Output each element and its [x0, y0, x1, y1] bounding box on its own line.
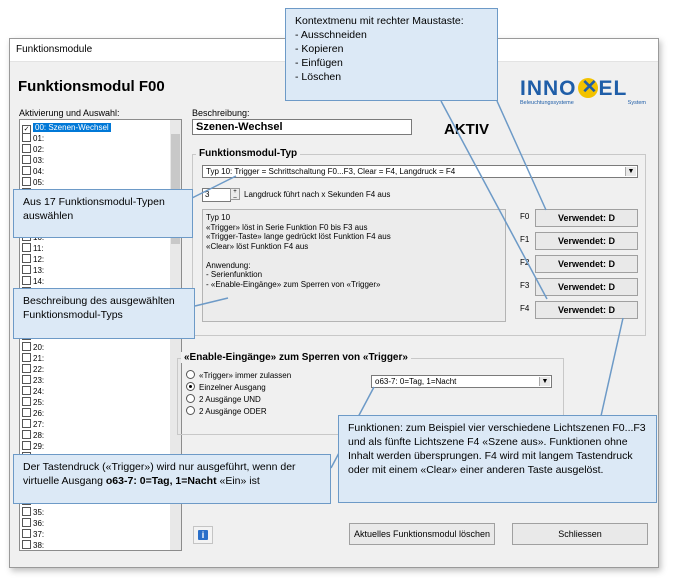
context-menu-callout: Kontextmenu mit rechter Maustaste: - Aus…	[285, 8, 498, 101]
context-menu-item: - Löschen	[295, 71, 342, 83]
context-menu-item: - Kopieren	[295, 43, 344, 55]
functions-callout: Funktionen: zum Beispiel vier verschiede…	[338, 415, 657, 503]
trigger-callout: Der Tastendruck («Trigger») wird nur aus…	[13, 454, 331, 504]
types-callout: Aus 17 Funktionsmodul-Typen auswählen	[13, 189, 193, 238]
connector-line	[496, 100, 547, 211]
connector-line	[600, 317, 624, 417]
connector-line	[191, 175, 237, 199]
context-menu-item: - Ausschneiden	[295, 29, 367, 41]
connector-line	[440, 100, 548, 300]
context-menu-item: - Einfügen	[295, 57, 343, 69]
type-description-callout: Beschreibung des ausgewählten Funktionsm…	[13, 288, 195, 339]
connector-line	[194, 297, 229, 307]
